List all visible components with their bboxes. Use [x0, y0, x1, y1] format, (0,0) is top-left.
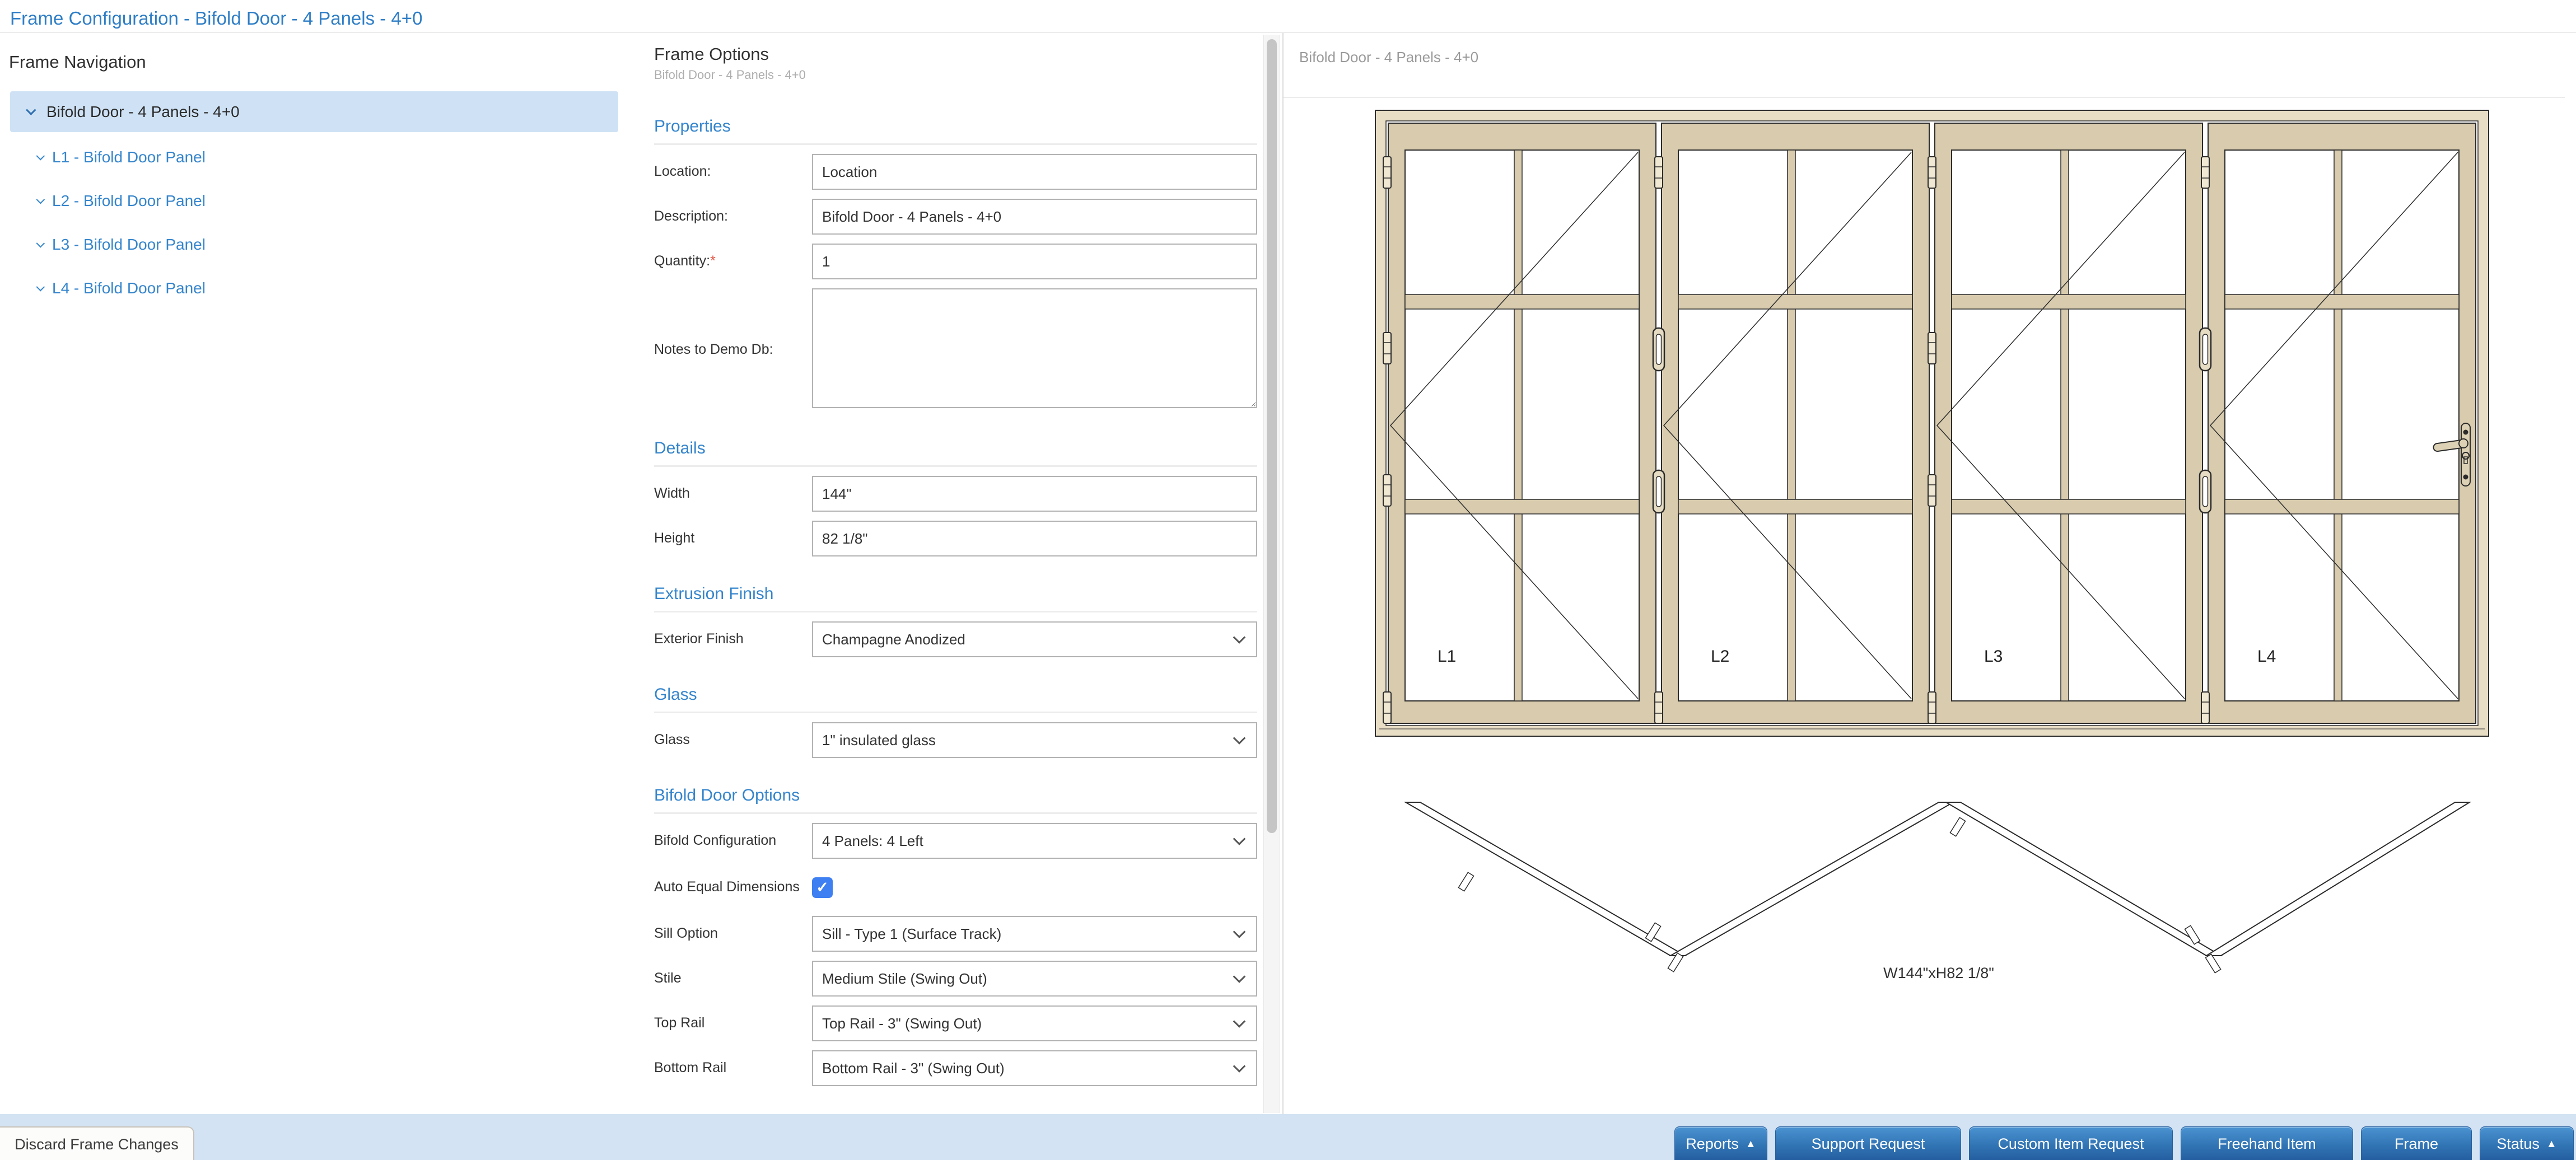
sill-option-label: Sill Option [654, 925, 718, 942]
width-label: Width [654, 485, 690, 502]
bottom-rail-row: Bottom Rail Bottom Rail - 3" (Swing Out) [654, 1050, 1257, 1086]
section-divider [654, 465, 1257, 467]
frame-navigation-panel: Frame Navigation Bifold Door - 4 Panels … [0, 33, 627, 1114]
caret-up-icon: ▲ [2546, 1138, 2557, 1150]
discard-frame-changes-button[interactable]: Discard Frame Changes [0, 1126, 194, 1160]
panel-label-l1: L1 [1438, 647, 1456, 666]
options-scrollbar-thumb[interactable] [1267, 39, 1277, 833]
nav-item-frame-root[interactable]: Bifold Door - 4 Panels - 4+0 [10, 91, 618, 132]
support-request-button[interactable]: Support Request [1775, 1126, 1961, 1160]
chevron-down-icon[interactable] [36, 282, 45, 291]
sill-option-row: Sill Option Sill - Type 1 (Surface Track… [654, 916, 1257, 952]
nav-item-label: Bifold Door - 4 Panels - 4+0 [46, 102, 240, 120]
description-label: Description: [654, 208, 728, 224]
panel-label-l3: L3 [1984, 647, 2003, 666]
frame-options-subtitle: Bifold Door - 4 Panels - 4+0 [654, 68, 806, 82]
stile-label: Stile [654, 970, 682, 986]
section-divider [654, 143, 1257, 145]
bifold-plan-drawing: W144"xH82 1/8" [1403, 802, 2472, 981]
section-heading-extrusion-finish: Extrusion Finish [654, 584, 774, 603]
height-label: Height [654, 530, 695, 546]
section-heading-properties: Properties [654, 117, 731, 135]
chevron-down-icon[interactable] [26, 105, 36, 115]
custom-item-request-button[interactable]: Custom Item Request [1969, 1126, 2173, 1160]
footer-bar: Discard Frame Changes Reports ▲ Support R… [0, 1114, 2576, 1160]
bifold-elevation-drawing: L1 L2 L3 L4 [1375, 110, 2489, 737]
glass-select[interactable]: 1" insulated glass [812, 722, 1257, 758]
exterior-finish-select[interactable]: Champagne Anodized [812, 621, 1257, 657]
glass-row: Glass 1" insulated glass [654, 722, 1257, 758]
required-asterisk: * [710, 253, 716, 269]
chevron-down-icon[interactable] [36, 238, 45, 247]
nav-item-label: L4 - Bifold Door Panel [52, 279, 206, 297]
section-divider [654, 812, 1257, 814]
nav-item-panel-l2[interactable]: L2 - Bifold Door Panel [36, 189, 618, 213]
top-rail-label: Top Rail [654, 1015, 705, 1031]
freehand-item-button[interactable]: Freehand Item [2181, 1126, 2353, 1160]
chevron-down-icon[interactable] [36, 151, 45, 160]
quantity-row: Quantity:* [654, 244, 1257, 279]
nav-item-panel-l3[interactable]: L3 - Bifold Door Panel [36, 232, 618, 257]
frame-navigation-title: Frame Navigation [9, 52, 146, 72]
notes-label: Notes to Demo Db: [654, 341, 773, 357]
nav-item-label: L3 - Bifold Door Panel [52, 236, 206, 253]
section-heading-glass: Glass [654, 685, 697, 704]
auto-equal-dimensions-label: Auto Equal Dimensions [654, 879, 800, 895]
frame-button[interactable]: Frame [2361, 1126, 2472, 1160]
chevron-down-icon[interactable] [36, 195, 45, 204]
panel-label-l2: L2 [1711, 647, 1729, 666]
checkmark-icon: ✓ [816, 878, 829, 896]
quantity-input[interactable] [812, 244, 1257, 279]
panel-label-l4: L4 [2257, 647, 2276, 666]
caret-up-icon: ▲ [1745, 1138, 1756, 1150]
description-row: Description: [654, 199, 1257, 235]
options-scrollbar-track[interactable] [1263, 35, 1280, 1113]
section-heading-bifold-options: Bifold Door Options [654, 786, 800, 804]
bottom-rail-select[interactable]: Bottom Rail - 3" (Swing Out) [812, 1050, 1257, 1086]
reports-button[interactable]: Reports ▲ [1674, 1126, 1767, 1160]
height-input[interactable] [812, 521, 1257, 556]
height-row: Height [654, 521, 1257, 556]
dimension-label: W144"xH82 1/8" [1883, 965, 1994, 981]
location-row: Location: [654, 154, 1257, 190]
nav-item-panel-l1[interactable]: L1 - Bifold Door Panel [36, 145, 618, 170]
width-input[interactable] [812, 476, 1257, 512]
notes-textarea[interactable] [812, 288, 1257, 408]
footer-buttons: Reports ▲ Support Request Custom Item Req… [1674, 1126, 2574, 1160]
auto-equal-dimensions-row: Auto Equal Dimensions ✓ [654, 868, 1257, 907]
preview-divider [1284, 97, 2565, 98]
stile-select[interactable]: Medium Stile (Swing Out) [812, 961, 1257, 997]
sill-option-select[interactable]: Sill - Type 1 (Surface Track) [812, 916, 1257, 952]
top-rail-row: Top Rail Top Rail - 3" (Swing Out) [654, 1005, 1257, 1041]
bottom-rail-label: Bottom Rail [654, 1060, 727, 1076]
bifold-configuration-select[interactable]: 4 Panels: 4 Left [812, 823, 1257, 859]
notes-row: Notes to Demo Db: [654, 288, 1257, 411]
frame-options-panel: Frame Options Bifold Door - 4 Panels - 4… [638, 33, 1257, 1086]
location-label: Location: [654, 163, 711, 180]
section-divider [654, 611, 1257, 612]
exterior-finish-row: Exterior Finish Champagne Anodized [654, 621, 1257, 657]
exterior-finish-label: Exterior Finish [654, 631, 744, 647]
nav-item-label: L2 - Bifold Door Panel [52, 192, 206, 209]
bifold-configuration-label: Bifold Configuration [654, 832, 777, 849]
frame-options-title: Frame Options [654, 44, 769, 64]
nav-item-label: L1 - Bifold Door Panel [52, 148, 206, 166]
width-row: Width [654, 476, 1257, 512]
quantity-label: Quantity:* [654, 253, 716, 269]
auto-equal-dimensions-checkbox[interactable]: ✓ [812, 877, 833, 898]
preview-title: Bifold Door - 4 Panels - 4+0 [1299, 49, 1479, 66]
page-title: Frame Configuration - Bifold Door - 4 Pa… [10, 8, 423, 29]
stile-row: Stile Medium Stile (Swing Out) [654, 961, 1257, 997]
glass-label: Glass [654, 732, 690, 748]
top-rail-select[interactable]: Top Rail - 3" (Swing Out) [812, 1005, 1257, 1041]
nav-item-panel-l4[interactable]: L4 - Bifold Door Panel [36, 276, 618, 301]
frame-preview-panel: Bifold Door - 4 Panels - 4+0 L1 L2 L3 L4… [1284, 33, 2576, 1114]
description-input[interactable] [812, 199, 1257, 235]
section-heading-details: Details [654, 439, 706, 457]
section-divider [654, 712, 1257, 713]
location-input[interactable] [812, 154, 1257, 190]
status-button[interactable]: Status ▲ [2480, 1126, 2574, 1160]
bifold-configuration-row: Bifold Configuration 4 Panels: 4 Left [654, 823, 1257, 859]
